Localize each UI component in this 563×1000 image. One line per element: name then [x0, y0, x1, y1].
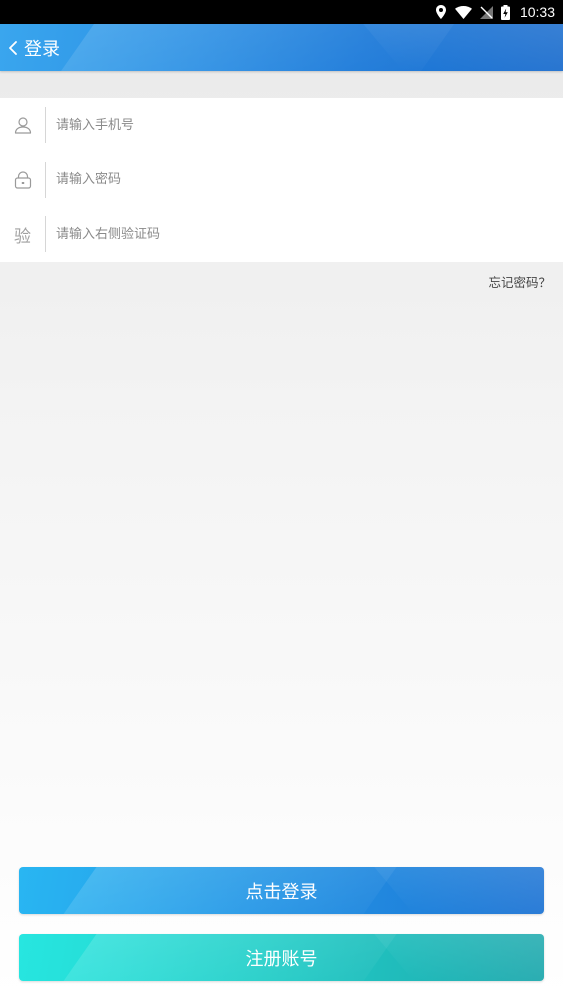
lock-icon [0, 153, 45, 208]
login-button[interactable]: 点击登录 [19, 867, 544, 914]
status-time: 10:33 [519, 4, 555, 20]
captcha-input[interactable] [56, 219, 536, 250]
password-input[interactable] [56, 164, 536, 195]
login-button-label: 点击登录 [245, 881, 318, 903]
row-divider [45, 107, 46, 144]
row-divider [45, 161, 46, 198]
chevron-left-icon [9, 40, 17, 55]
row-divider [45, 216, 46, 253]
app-bar: 登录 [0, 24, 563, 71]
register-button-label: 注册账号 [245, 948, 318, 970]
login-form: 验 [0, 98, 563, 262]
user-icon [0, 98, 45, 153]
forgot-password-link[interactable]: 忘记密码？ [488, 272, 551, 291]
status-bar: 10:33 [0, 0, 563, 24]
battery-charging-icon [500, 4, 510, 20]
back-button[interactable]: 登录 [8, 34, 60, 61]
wifi-icon [454, 5, 472, 19]
register-button[interactable]: 注册账号 [19, 934, 544, 981]
location-icon [435, 5, 446, 19]
captcha-row: 验 [0, 207, 563, 262]
phone-row [0, 98, 563, 153]
page-title: 登录 [24, 38, 60, 60]
password-row [0, 153, 563, 208]
no-sim-icon [479, 5, 493, 19]
phone-input[interactable] [56, 110, 536, 141]
captcha-icon: 验 [14, 226, 31, 247]
